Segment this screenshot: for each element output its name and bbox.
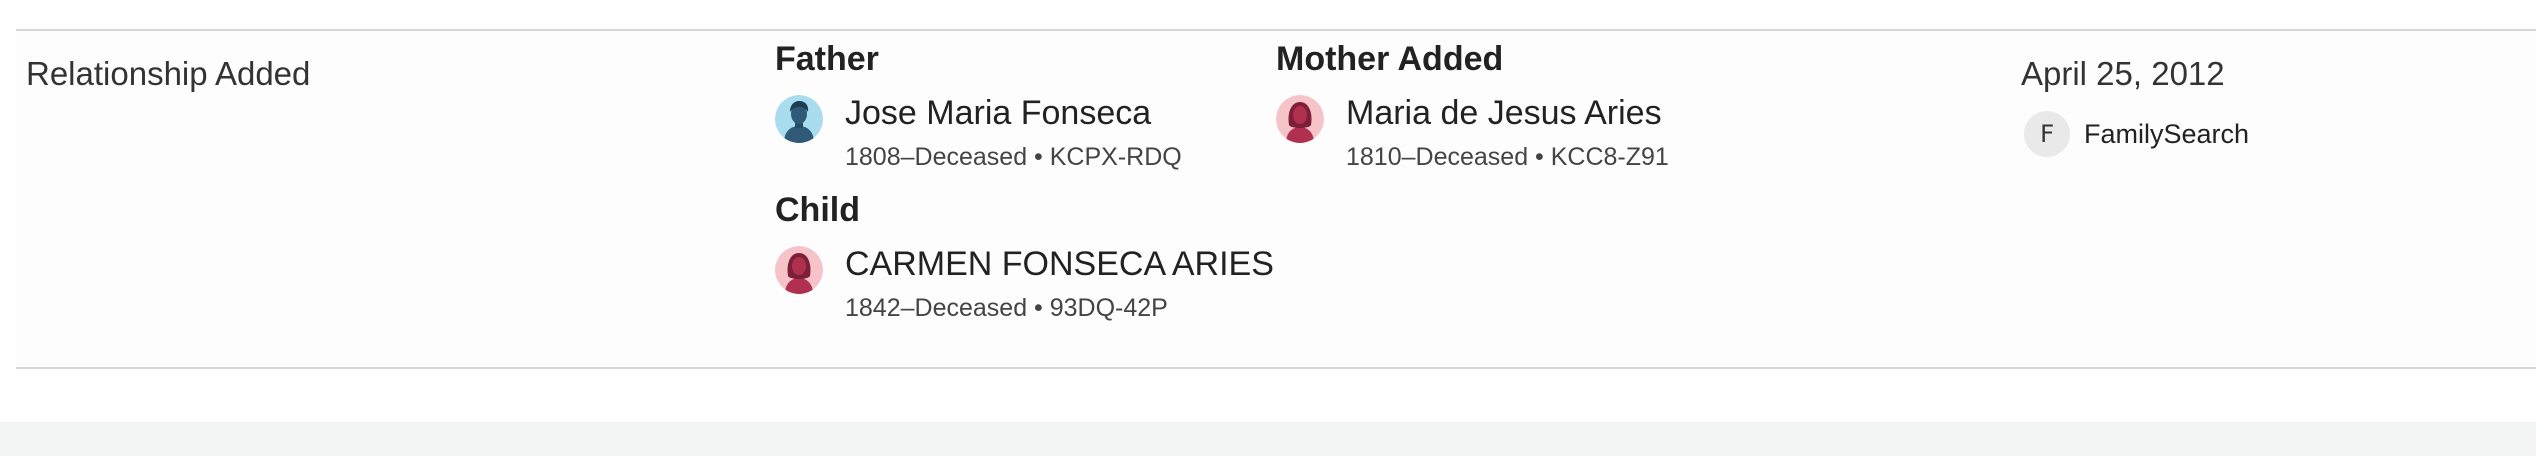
mother-heading: Mother Added: [1276, 40, 1504, 78]
change-date: April 25, 2012: [2021, 55, 2225, 92]
child-lifespan-id: 1842–Deceased • 93DQ-42P: [845, 294, 1168, 322]
father-heading: Father: [775, 40, 879, 78]
child-person[interactable]: CARMEN FONSECA ARIES 1842–Deceased • 93D…: [775, 244, 1274, 324]
child-name-link[interactable]: CARMEN FONSECA ARIES: [845, 244, 1274, 284]
child-heading: Child: [775, 191, 860, 229]
footer-band: [0, 422, 2536, 456]
mother-group: Mother Added Maria de Jesus Aries 1810–D…: [1276, 39, 1669, 173]
change-log-page: Relationship Added Father Jose Maria Fon…: [0, 0, 2536, 456]
father-group: Father Jose Maria Fonseca 1808–Deceased …: [775, 39, 1182, 173]
change-log-row: Relationship Added Father Jose Maria Fon…: [16, 29, 2536, 369]
father-person[interactable]: Jose Maria Fonseca 1808–Deceased • KCPX-…: [775, 93, 1182, 173]
father-name-link[interactable]: Jose Maria Fonseca: [845, 93, 1151, 133]
mother-name-link[interactable]: Maria de Jesus Aries: [1346, 93, 1662, 133]
female-avatar-icon: [1276, 95, 1324, 143]
male-avatar-icon: [775, 95, 823, 143]
contributor-name-link[interactable]: FamilySearch: [2084, 117, 2249, 151]
change-type-label: Relationship Added: [26, 55, 311, 92]
father-lifespan-id: 1808–Deceased • KCPX-RDQ: [845, 143, 1182, 171]
mother-person[interactable]: Maria de Jesus Aries 1810–Deceased • KCC…: [1276, 93, 1669, 173]
female-avatar-icon: [775, 246, 823, 294]
contributor-avatar-icon: F: [2024, 111, 2070, 157]
child-group: Child CARMEN FONSECA ARIES 1842–Deceased…: [775, 190, 1274, 324]
mother-lifespan-id: 1810–Deceased • KCC8-Z91: [1346, 143, 1669, 171]
